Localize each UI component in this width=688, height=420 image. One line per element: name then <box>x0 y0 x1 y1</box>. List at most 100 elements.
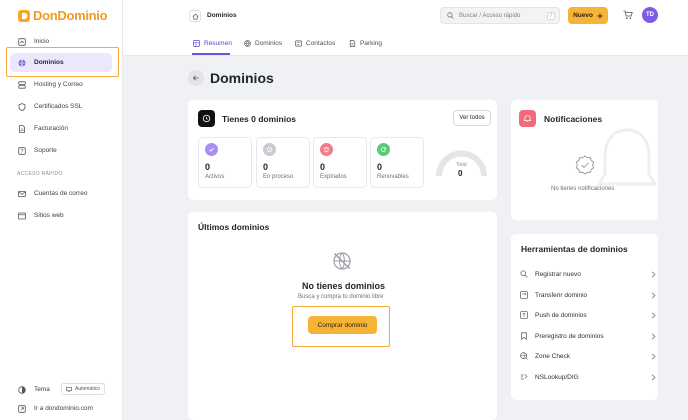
push-icon <box>520 311 528 319</box>
new-button-label: Nuevo <box>573 12 593 19</box>
tool-label: Preregistro de dominios <box>535 332 604 340</box>
chevron-right-icon <box>651 333 656 339</box>
total-label: Total <box>456 162 467 168</box>
total-value: 0 <box>458 169 463 178</box>
chevron-right-icon <box>651 374 656 380</box>
page-title: Dominios <box>210 70 274 86</box>
sidebar-item-hosting[interactable]: Hosting y Correo <box>10 75 112 94</box>
tool-preregistro[interactable]: Preregistro de dominios <box>520 332 656 340</box>
refresh-icon <box>377 143 390 156</box>
chevron-right-icon <box>651 312 656 318</box>
sidebar-item-sitios-web[interactable]: Sitios web <box>10 206 112 225</box>
stat-value-expirados: 0 <box>320 162 326 172</box>
back-button[interactable] <box>188 70 204 86</box>
domains-summary-icon <box>198 110 215 127</box>
chevron-right-icon <box>651 271 656 277</box>
stat-value-activos: 0 <box>205 162 211 172</box>
tool-label: Zone Check <box>535 352 571 360</box>
topbar: Dominios Buscar / Acceso rápido / Nuevo … <box>123 0 688 56</box>
empty-title: No tienes dominios <box>302 281 386 291</box>
theme-select[interactable]: Automático <box>61 383 105 395</box>
monitor-icon <box>66 386 72 392</box>
theme-label: Tema <box>34 386 50 393</box>
search-placeholder: Buscar / Acceso rápido <box>459 12 521 19</box>
help-icon: ? <box>18 146 26 155</box>
search-input[interactable]: Buscar / Acceso rápido / <box>440 7 560 24</box>
globe-search-icon <box>520 352 528 360</box>
tab-label: Dominios <box>255 40 283 47</box>
breadcrumb: Dominios <box>207 12 237 19</box>
chevron-right-icon <box>651 292 656 298</box>
dashboard-icon <box>193 40 200 47</box>
mail-icon <box>18 190 26 197</box>
sidebar-item-label: Inicio <box>34 38 50 45</box>
view-all-button[interactable]: Ver todos <box>453 110 491 126</box>
check-icon <box>205 143 218 156</box>
server-icon <box>18 80 26 89</box>
search-shortcut: / <box>547 12 555 20</box>
tool-registrar-nuevo[interactable]: Registrar nuevo <box>520 270 656 278</box>
sidebar-item-label: Sitios web <box>34 212 64 219</box>
tab-dominios[interactable]: Dominios <box>244 40 282 47</box>
recent-domains-title: Últimos dominios <box>198 222 270 232</box>
theme-value: Automático <box>74 386 100 392</box>
tab-label: Parking <box>360 40 383 47</box>
sidebar-item-label: Soporte <box>34 147 57 154</box>
arrow-left-icon <box>192 75 199 81</box>
logo-icon <box>18 9 30 22</box>
tab-label: Contactos <box>306 40 336 47</box>
shield-icon <box>18 102 26 111</box>
brand-logo[interactable]: DonDominio <box>18 8 108 23</box>
sidebar-item-label: Certificados SSL <box>34 103 83 110</box>
tool-push-dominios[interactable]: Push de dominios <box>520 311 656 319</box>
domains-summary-title: Tienes 0 dominios <box>222 114 297 124</box>
home-icon <box>18 37 26 46</box>
new-button[interactable]: Nuevo <box>568 7 608 24</box>
globe-off-icon <box>333 252 351 270</box>
tool-label: NSLookup/DIG <box>535 373 579 381</box>
stat-value-renovables: 0 <box>377 162 383 172</box>
cart-icon <box>623 10 633 19</box>
tool-label: Push de dominios <box>535 311 587 319</box>
transfer-icon <box>520 291 528 299</box>
tool-zone-check[interactable]: Zone Check <box>520 352 656 360</box>
sidebar-item-ssl[interactable]: Certificados SSL <box>10 97 112 116</box>
invoice-icon <box>19 124 25 133</box>
clock-icon <box>263 143 276 156</box>
highlight-dominios-nav <box>6 47 119 77</box>
stat-value-en-proceso: 0 <box>263 162 269 172</box>
tools-title: Herramientas de dominios <box>521 244 628 254</box>
tool-transferir-dominio[interactable]: Transferir dominio <box>520 291 656 299</box>
tab-parking[interactable]: Parking <box>349 40 382 47</box>
avatar[interactable]: TD <box>642 7 658 23</box>
sidebar-item-label: Hosting y Correo <box>34 81 83 88</box>
sidebar-item-facturacion[interactable]: Facturación <box>10 119 112 138</box>
badge-check-icon <box>575 155 595 175</box>
dns-icon <box>520 374 528 380</box>
home-button[interactable] <box>189 10 201 22</box>
sidebar-item-soporte[interactable]: ? Soporte <box>10 141 112 160</box>
tab-contactos[interactable]: Contactos <box>295 40 335 47</box>
bell-watermark-icon <box>597 128 657 186</box>
empty-subtitle: Busca y compra tu dominio libre <box>298 294 384 300</box>
tool-label: Transferir dominio <box>535 291 588 299</box>
stat-label-activos: Activos <box>205 174 225 180</box>
stat-label-expirados: Expirados <box>320 174 347 180</box>
trash-icon <box>320 143 333 156</box>
contrast-icon <box>18 385 26 394</box>
sidebar-link-dondominio[interactable]: Ir a dondominio.com <box>10 399 112 418</box>
parking-icon <box>349 40 356 47</box>
bell-icon <box>519 110 536 127</box>
tab-label: Resumen <box>204 40 232 47</box>
notifications-empty: No tienes notificaciones <box>551 186 615 192</box>
stat-label-en-proceso: En proceso <box>263 174 294 180</box>
tool-label: Registrar nuevo <box>535 270 581 278</box>
sidebar-item-cuentas-correo[interactable]: Cuentas de correo <box>10 184 112 203</box>
contacts-icon <box>295 40 302 47</box>
globe-icon <box>244 40 251 47</box>
tab-resumen[interactable]: Resumen <box>193 40 232 47</box>
highlight-buy-button <box>292 306 390 347</box>
chevron-right-icon <box>651 353 656 359</box>
tool-nslookup[interactable]: NSLookup/DIG <box>520 373 656 381</box>
cart-button[interactable] <box>623 10 633 20</box>
